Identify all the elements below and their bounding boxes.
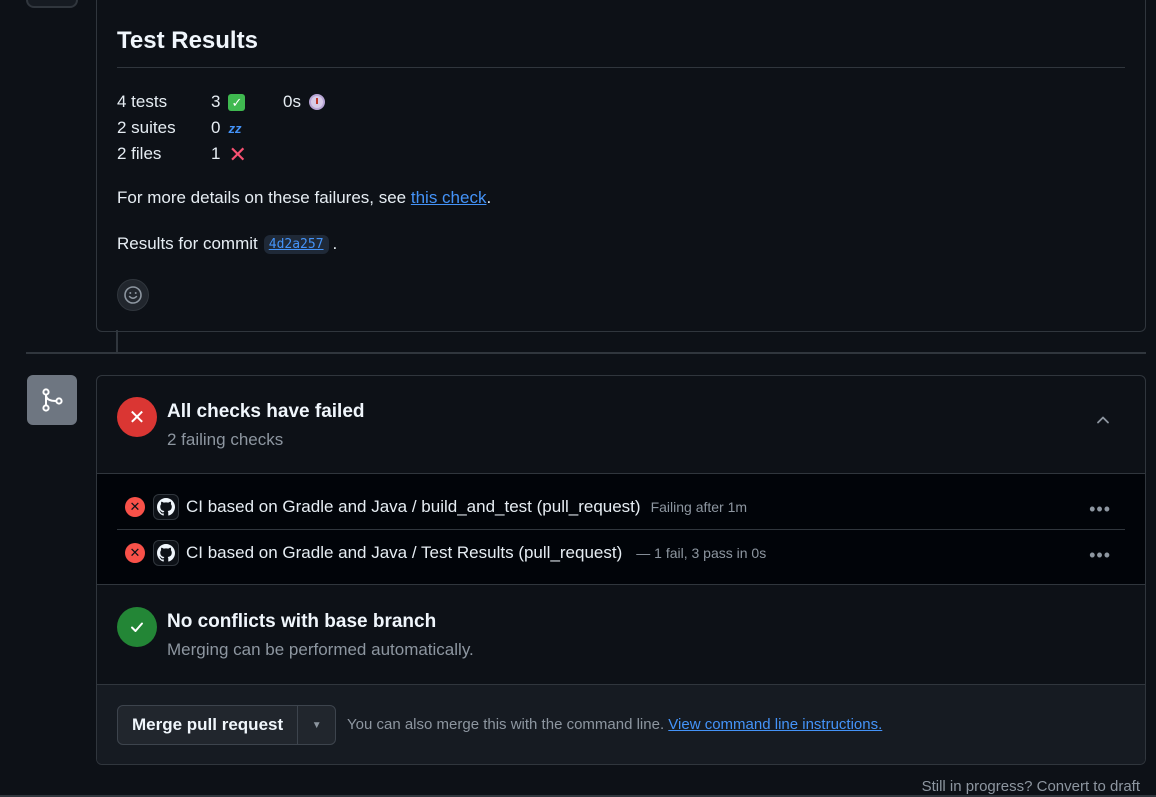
- merge-hint: You can also merge this with the command…: [347, 716, 882, 733]
- stat-row-files: 2 files 1 ✕: [117, 141, 325, 167]
- test-results-comment: Test Results 4 tests 3 ✓ 0s 2 suites 0 z…: [96, 0, 1146, 332]
- check-item[interactable]: ✕ CI based on Gradle and Java / Test Res…: [117, 530, 1125, 576]
- conflicts-subtitle: Merging can be performed automatically.: [167, 640, 474, 659]
- title-divider: [117, 67, 1125, 68]
- merge-button-group: Merge pull request ▼: [117, 705, 337, 745]
- smiley-icon: [124, 286, 142, 304]
- chevron-up-icon[interactable]: [1095, 412, 1111, 428]
- checks-subtitle: 2 failing checks: [167, 430, 284, 449]
- test-stats: 4 tests 3 ✓ 0s 2 suites 0 zz 2 files 1 ✕: [117, 89, 325, 167]
- passed-count: 3: [211, 92, 221, 111]
- convert-to-draft-link[interactable]: Still in progress? Convert to draft: [922, 778, 1140, 795]
- fail-x-icon: ✕: [125, 496, 145, 517]
- stat-row-suites: 2 suites 0 zz: [117, 115, 325, 141]
- checks-list: ✕ CI based on Gradle and Java / build_an…: [97, 473, 1145, 585]
- duration-value: 0s: [283, 92, 301, 111]
- details-suffix: .: [486, 188, 492, 207]
- caret-down-icon: ▼: [311, 719, 322, 731]
- check-status-text: — 1 fail, 3 pass in 0s: [636, 545, 767, 561]
- check-status-text: Failing after 1m: [650, 498, 748, 515]
- failed-count: 1: [211, 144, 221, 163]
- check-name[interactable]: CI based on Gradle and Java / build_and_…: [186, 497, 641, 517]
- zzz-emoji-icon: zz: [228, 120, 242, 136]
- test-results-title: Test Results: [117, 27, 258, 54]
- merge-footer: Merge pull request ▼ You can also merge …: [97, 684, 1145, 764]
- check-name[interactable]: CI based on Gradle and Java / Test Resul…: [186, 543, 622, 563]
- add-reaction-button[interactable]: [117, 279, 149, 311]
- checks-title: All checks have failed: [167, 401, 365, 422]
- tests-count-label: 4 tests: [117, 92, 168, 111]
- kebab-menu-icon[interactable]: •••: [1089, 499, 1111, 520]
- git-merge-icon: [27, 375, 77, 425]
- author-avatar[interactable]: [26, 0, 78, 8]
- command-line-instructions-link[interactable]: View command line instructions.: [668, 716, 882, 733]
- cross-mark-emoji-icon: ✕: [228, 141, 247, 167]
- checks-summary[interactable]: ✕ All checks have failed 2 failing check…: [97, 376, 1145, 473]
- merge-hint-text: You can also merge this with the command…: [347, 716, 665, 733]
- skipped-count: 0: [211, 118, 221, 137]
- github-logo-icon: [153, 493, 179, 520]
- failed-status-icon: ✕: [117, 397, 157, 437]
- this-check-link[interactable]: this check: [411, 188, 487, 207]
- commit-line: Results for commit 4d2a257 .: [117, 234, 337, 254]
- merge-pull-request-button[interactable]: Merge pull request: [118, 706, 297, 744]
- merge-status-box: ✕ All checks have failed 2 failing check…: [96, 375, 1146, 765]
- commit-prefix: Results for commit: [117, 234, 258, 253]
- fail-x-icon: ✕: [125, 543, 145, 563]
- check-item[interactable]: ✕ CI based on Gradle and Java / build_an…: [117, 484, 1125, 530]
- suites-count-label: 2 suites: [117, 118, 176, 137]
- conflicts-title: No conflicts with base branch: [167, 611, 437, 632]
- stat-row-tests: 4 tests 3 ✓ 0s: [117, 89, 325, 115]
- github-logo-icon: [153, 540, 179, 566]
- details-prefix: For more details on these failures, see: [117, 188, 411, 207]
- details-text: For more details on these failures, see …: [117, 188, 491, 208]
- merge-method-dropdown[interactable]: ▼: [297, 706, 335, 744]
- kebab-menu-icon[interactable]: •••: [1089, 545, 1111, 566]
- commit-sha-link[interactable]: 4d2a257: [263, 234, 329, 254]
- files-count-label: 2 files: [117, 144, 162, 163]
- commit-suffix: .: [332, 234, 338, 253]
- timeline-connector: [116, 330, 118, 354]
- success-check-icon: [117, 607, 157, 647]
- alarm-clock-icon: [308, 94, 325, 110]
- check-emoji-icon: ✓: [228, 93, 246, 111]
- timeline-divider: [26, 352, 1146, 354]
